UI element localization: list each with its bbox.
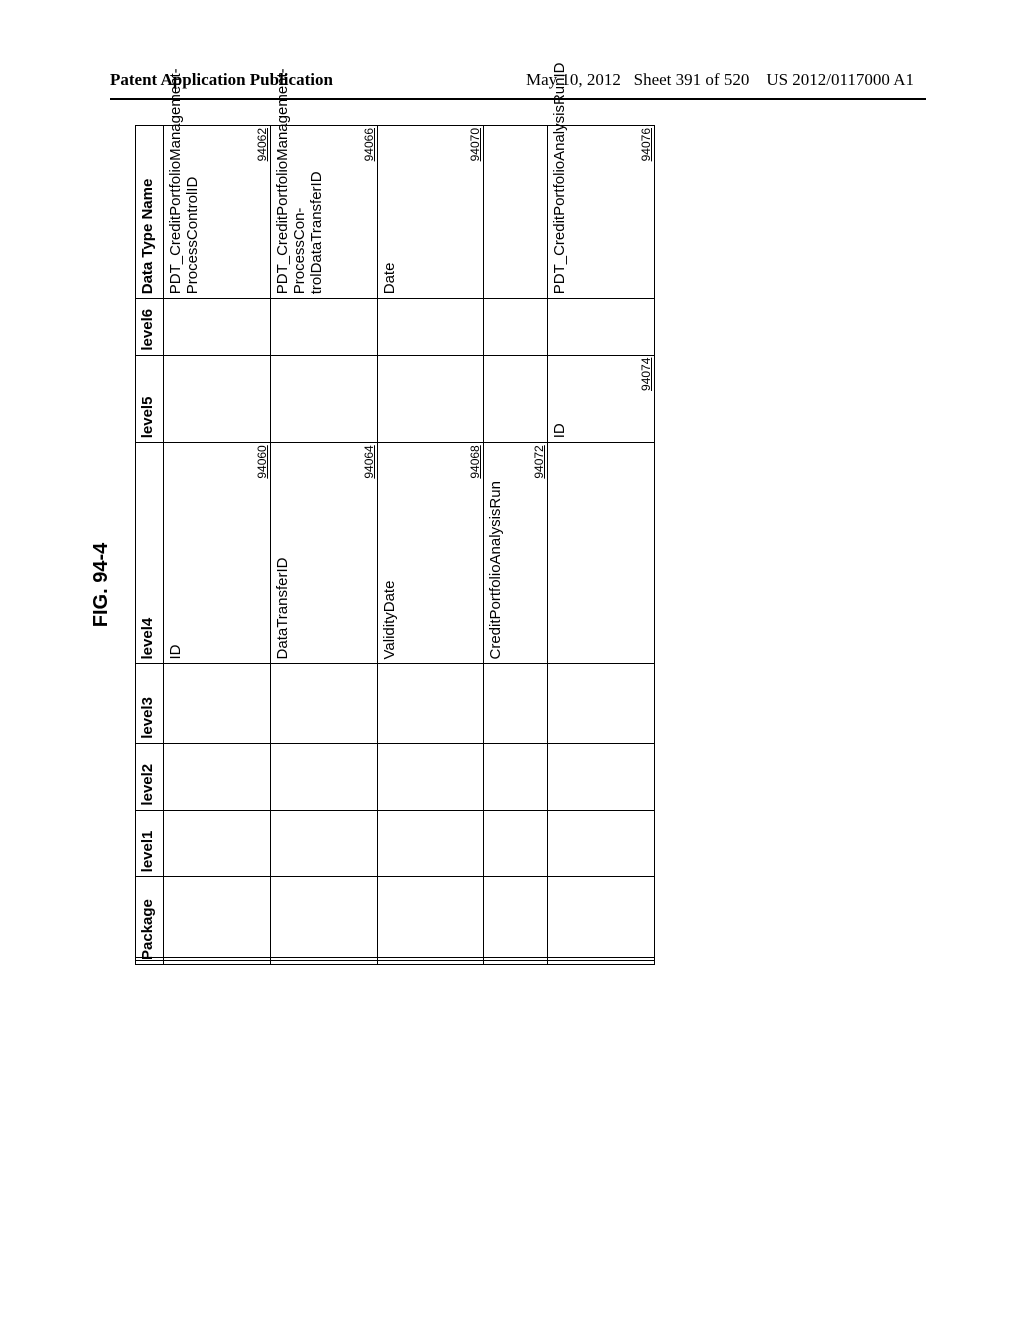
publication-type: Patent Application Publication	[110, 70, 333, 90]
cell-level6	[548, 299, 655, 355]
cell-level3	[548, 664, 655, 743]
cell-level6	[164, 299, 271, 355]
figure-label: FIG. 94-4	[90, 205, 113, 965]
ref-number: 94072	[532, 445, 546, 478]
cell-level1	[484, 810, 548, 877]
ref-number: 94064	[362, 445, 376, 478]
cell-level5	[270, 355, 377, 443]
cell-level4: ValidityDate 94068	[377, 443, 484, 664]
cell-level5: ID 94074	[548, 355, 655, 443]
cell-level5	[164, 355, 271, 443]
cell-level3	[164, 664, 271, 743]
cell-level5	[377, 355, 484, 443]
ref-number: 94060	[255, 445, 269, 478]
cell-level3	[484, 664, 548, 743]
col-level3: level3	[136, 664, 164, 743]
col-level5: level5	[136, 355, 164, 443]
cell-level2	[164, 743, 271, 810]
cell-level2	[270, 743, 377, 810]
cell-level2	[484, 743, 548, 810]
cell-level4: ID 94060	[164, 443, 271, 664]
cell-package	[270, 877, 377, 965]
cell-level5	[484, 355, 548, 443]
ref-number: 94076	[639, 128, 653, 161]
cell-level6	[377, 299, 484, 355]
publication-meta: May 10, 2012 Sheet 391 of 520 US 2012/01…	[526, 70, 914, 90]
cell-package	[484, 877, 548, 965]
table-row: ValidityDate 94068 Date 94070	[377, 126, 484, 965]
cell-level2	[377, 743, 484, 810]
table-row: DataTransferID 94064 PDT_CreditPortfolio…	[270, 126, 377, 965]
cell-level6	[270, 299, 377, 355]
ref-number: 94066	[362, 128, 376, 161]
header-rule	[110, 98, 926, 100]
cell-datatype	[484, 126, 548, 299]
cell-datatype: Date 94070	[377, 126, 484, 299]
col-datatype: Data Type Name	[136, 126, 164, 299]
cell-level1	[270, 810, 377, 877]
cell-datatype: PDT_CreditPortfolioManagement-ProcessCon…	[164, 126, 271, 299]
table-row: ID 94074 PDT_CreditPortfolioAnalysisRunI…	[548, 126, 655, 965]
cell-level6	[484, 299, 548, 355]
table-header-row: Package level1 level2 level3 level4 leve…	[136, 126, 164, 965]
schema-table: Package level1 level2 level3 level4 leve…	[135, 125, 655, 965]
col-level6: level6	[136, 299, 164, 355]
cell-level3	[377, 664, 484, 743]
ref-number: 94070	[468, 128, 482, 161]
cell-level4	[548, 443, 655, 664]
col-level1: level1	[136, 810, 164, 877]
col-level2: level2	[136, 743, 164, 810]
cell-level1	[164, 810, 271, 877]
col-package: Package	[136, 877, 164, 965]
ref-number: 94068	[468, 445, 482, 478]
cell-package	[548, 877, 655, 965]
cell-package	[164, 877, 271, 965]
cell-datatype: PDT_CreditPortfolioManagement-ProcessCon…	[270, 126, 377, 299]
table-row: CreditPortfolioAnalysisRun 94072	[484, 126, 548, 965]
cell-level2	[548, 743, 655, 810]
cell-level3	[270, 664, 377, 743]
cell-level1	[377, 810, 484, 877]
table-row: ID 94060 PDT_CreditPortfolioManagement-P…	[164, 126, 271, 965]
cell-datatype: PDT_CreditPortfolioAnalysisRunID 94076	[548, 126, 655, 299]
cell-package	[377, 877, 484, 965]
figure-container: FIG. 94-4 Package level1 level2 level3 l…	[90, 205, 930, 965]
page-header: Patent Application Publication May 10, 2…	[0, 70, 1024, 90]
cell-level4: CreditPortfolioAnalysisRun 94072	[484, 443, 548, 664]
cell-level4: DataTransferID 94064	[270, 443, 377, 664]
cell-level1	[548, 810, 655, 877]
ref-number: 94074	[639, 358, 653, 391]
ref-number: 94062	[255, 128, 269, 161]
col-level4: level4	[136, 443, 164, 664]
